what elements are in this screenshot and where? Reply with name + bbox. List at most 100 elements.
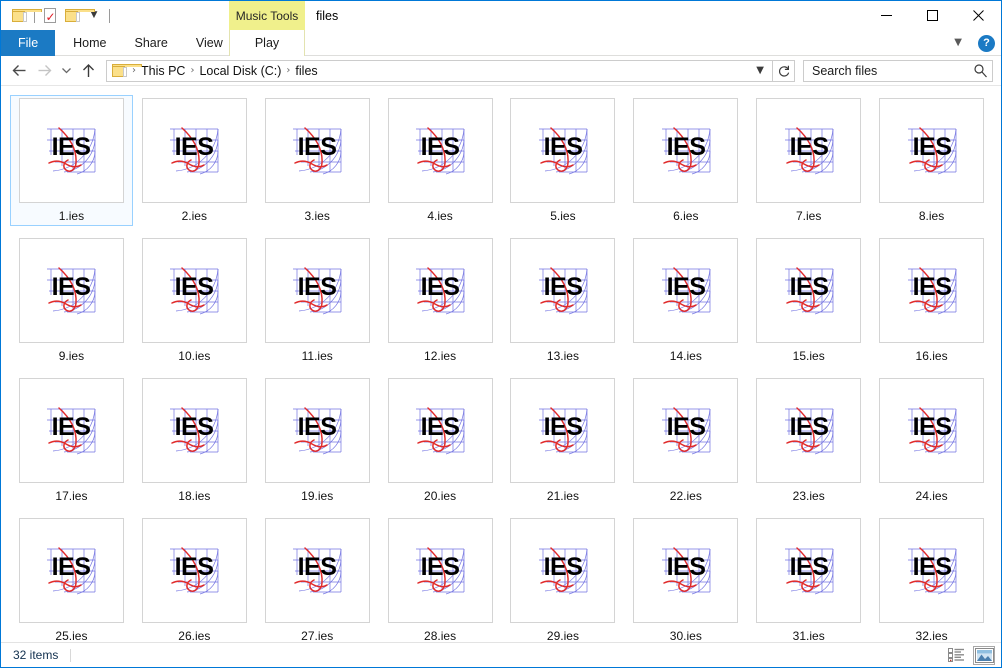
file-tile[interactable]: 24.ies (870, 375, 993, 506)
file-tile[interactable]: 21.ies (502, 375, 625, 506)
ies-file-icon (265, 378, 370, 483)
breadcrumb-item-this-pc[interactable]: This PC (137, 61, 189, 81)
file-tile[interactable]: 29.ies (502, 515, 625, 642)
file-tile[interactable]: 19.ies (256, 375, 379, 506)
properties-icon[interactable]: ✓ (39, 5, 61, 27)
file-tile[interactable]: 13.ies (502, 235, 625, 366)
file-name-label: 11.ies (302, 348, 333, 364)
file-tile[interactable]: 20.ies (379, 375, 502, 506)
file-name-label: 23.ies (793, 488, 825, 504)
large-icons-view-button[interactable] (973, 646, 995, 665)
tab-play[interactable]: Play (229, 30, 305, 56)
file-tile[interactable]: 31.ies (747, 515, 870, 642)
file-name-label: 1.ies (59, 208, 84, 224)
file-tile[interactable]: 25.ies (10, 515, 133, 642)
file-tile[interactable]: 26.ies (133, 515, 256, 642)
breadcrumb[interactable]: › This PC › Local Disk (C:) › files ▼ (106, 60, 773, 82)
breadcrumb-item-local-disk[interactable]: Local Disk (C:) (195, 61, 285, 81)
refresh-icon (777, 64, 791, 78)
tab-home[interactable]: Home (59, 30, 120, 56)
file-tile[interactable]: 5.ies (502, 95, 625, 226)
search-icon[interactable] (973, 63, 988, 78)
file-tile[interactable]: 2.ies (133, 95, 256, 226)
file-name-label: 12.ies (424, 348, 456, 364)
ies-file-icon (265, 518, 370, 623)
large-icons-view-icon (975, 648, 994, 663)
file-name-label: 3.ies (305, 208, 330, 224)
file-tile[interactable]: 22.ies (624, 375, 747, 506)
file-tile[interactable]: 3.ies (256, 95, 379, 226)
ies-file-icon (19, 378, 124, 483)
help-icon[interactable]: ? (978, 35, 995, 52)
file-name-label: 20.ies (424, 488, 456, 504)
forward-button[interactable] (32, 59, 57, 83)
file-tile[interactable]: 32.ies (870, 515, 993, 642)
file-name-label: 13.ies (547, 348, 579, 364)
breadcrumb-dropdown-icon[interactable]: ▼ (750, 65, 770, 76)
file-name-label: 8.ies (919, 208, 944, 224)
new-folder-icon[interactable] (61, 5, 83, 27)
ies-file-icon (19, 238, 124, 343)
ies-file-icon (388, 98, 493, 203)
close-button[interactable] (955, 1, 1001, 30)
back-button[interactable] (7, 59, 32, 83)
ies-file-icon (142, 98, 247, 203)
file-tile[interactable]: 12.ies (379, 235, 502, 366)
expand-ribbon-icon[interactable]: ▼ (950, 38, 966, 48)
explorer-window: ✓ ▼ Music Tools files (0, 0, 1002, 668)
file-name-label: 25.ies (55, 628, 87, 642)
file-tile[interactable]: 6.ies (624, 95, 747, 226)
file-name-label: 15.ies (793, 348, 825, 364)
status-divider (70, 649, 71, 662)
file-name-label: 26.ies (178, 628, 210, 642)
folder-icon[interactable] (8, 5, 30, 27)
file-tile[interactable]: 27.ies (256, 515, 379, 642)
refresh-button[interactable] (773, 60, 795, 82)
file-tile[interactable]: 9.ies (10, 235, 133, 366)
ies-file-icon (142, 518, 247, 623)
ies-file-icon (633, 98, 738, 203)
item-count: 32 items (13, 648, 58, 662)
file-tile[interactable]: 11.ies (256, 235, 379, 366)
file-tile[interactable]: 23.ies (747, 375, 870, 506)
arrow-left-icon (11, 63, 28, 78)
file-tile[interactable]: 7.ies (747, 95, 870, 226)
view-mode-buttons (945, 646, 995, 665)
customize-caret-icon[interactable]: ▼ (83, 5, 105, 27)
file-tile[interactable]: 14.ies (624, 235, 747, 366)
ies-file-icon (756, 238, 861, 343)
ribbon-right-controls: ▼ ? (950, 30, 995, 56)
ies-file-icon (510, 238, 615, 343)
breadcrumb-item-files[interactable]: files (291, 61, 321, 81)
ies-file-icon (879, 518, 984, 623)
file-tile[interactable]: 15.ies (747, 235, 870, 366)
ies-file-icon (142, 378, 247, 483)
ies-file-icon (388, 378, 493, 483)
file-tile[interactable]: 16.ies (870, 235, 993, 366)
file-tile[interactable]: 17.ies (10, 375, 133, 506)
tab-share[interactable]: Share (121, 30, 182, 56)
minimize-icon (880, 9, 893, 22)
breadcrumb-folder-icon[interactable] (112, 64, 127, 77)
file-tile[interactable]: 28.ies (379, 515, 502, 642)
qat-separator-2 (109, 9, 110, 23)
file-tile[interactable]: 18.ies (133, 375, 256, 506)
file-tile[interactable]: 4.ies (379, 95, 502, 226)
file-tile[interactable]: 8.ies (870, 95, 993, 226)
file-tile[interactable]: 1.ies (10, 95, 133, 226)
file-name-label: 18.ies (178, 488, 210, 504)
file-list-view[interactable]: 1.ies 2.ies 3.ies 4.ies5.ies6.ies7.ies 8.ies… (1, 86, 1001, 642)
details-view-button[interactable] (945, 646, 967, 665)
file-grid: 1.ies 2.ies 3.ies 4.ies5.ies6.ies7.ies 8.ies… (10, 95, 993, 642)
file-name-label: 30.ies (670, 628, 702, 642)
maximize-button[interactable] (909, 1, 955, 30)
search-input[interactable]: Search files (803, 60, 993, 82)
minimize-button[interactable] (863, 1, 909, 30)
file-tile[interactable]: 10.ies (133, 235, 256, 366)
ies-file-icon (19, 518, 124, 623)
recent-locations-button[interactable] (57, 59, 76, 83)
file-name-label: 31.ies (793, 628, 825, 642)
file-tile[interactable]: 30.ies (624, 515, 747, 642)
up-button[interactable] (76, 59, 101, 83)
tab-file[interactable]: File (1, 30, 55, 56)
